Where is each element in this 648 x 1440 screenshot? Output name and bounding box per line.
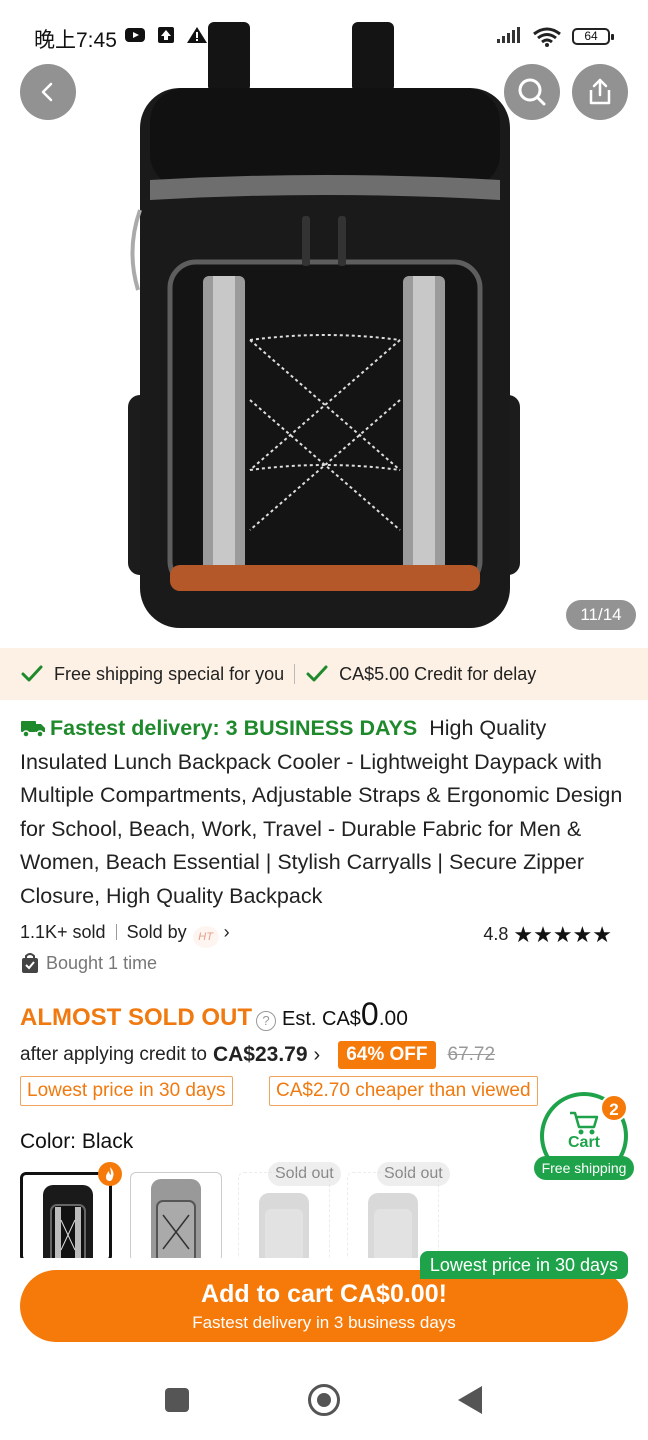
search-icon bbox=[518, 78, 546, 106]
free-shipping-text: Free shipping special for you bbox=[54, 663, 285, 684]
seller-link[interactable]: Sold by HT › bbox=[126, 922, 230, 948]
star-rating-icon: ★★★★★ bbox=[513, 922, 612, 947]
est-price-prefix: Est. CA$ bbox=[281, 1008, 361, 1030]
add-to-cart-label: Add to cart CA$0.00! bbox=[201, 1280, 447, 1308]
purchase-history: Bought 1 time bbox=[20, 952, 157, 974]
cart-free-shipping-badge: Free shipping bbox=[534, 1156, 634, 1180]
almost-sold-out-label: ALMOST SOLD OUT bbox=[20, 1004, 252, 1031]
upload-icon bbox=[158, 27, 174, 43]
black-backpack-thumbnail bbox=[43, 1185, 93, 1259]
lowest-price-badge: Lowest price in 30 days bbox=[20, 1076, 233, 1106]
help-icon[interactable]: ? bbox=[255, 1011, 276, 1031]
checkmark-icon bbox=[306, 665, 328, 682]
after-credit-label: after applying credit to bbox=[20, 1044, 207, 1065]
credit-price-row[interactable]: after applying credit to CA$23.79 › 64% … bbox=[20, 1038, 495, 1072]
shipping-benefits-strip[interactable]: Free shipping special for you CA$5.00 Cr… bbox=[0, 648, 648, 700]
delivery-truck-icon bbox=[21, 721, 45, 738]
chevron-right-icon: › bbox=[223, 922, 230, 942]
delivery-note: Fastest delivery in 3 business days bbox=[192, 1313, 456, 1332]
recent-apps-button[interactable] bbox=[165, 1388, 189, 1412]
color-option-sold-out-1[interactable] bbox=[238, 1172, 330, 1262]
product-title-text: High Quality Insulated Lunch Backpack Co… bbox=[20, 716, 623, 908]
add-to-cart-button[interactable]: Add to cart CA$0.00! Fastest delivery in… bbox=[20, 1270, 628, 1342]
price-header: ALMOST SOLD OUT ? Est. CA$ 0.00 bbox=[20, 996, 408, 1032]
store-logo: HT bbox=[192, 926, 219, 948]
cheaper-than-viewed-badge: CA$2.70 cheaper than viewed bbox=[269, 1076, 538, 1106]
status-time: 晚上7:45 bbox=[34, 29, 117, 52]
cart-label: Cart bbox=[567, 1134, 600, 1151]
est-price-cents: .00 bbox=[378, 1007, 408, 1030]
floating-cart-button[interactable]: Cart 2 Free shipping bbox=[534, 1092, 634, 1184]
share-icon bbox=[589, 78, 611, 105]
image-counter: 11/14 bbox=[566, 600, 636, 630]
lowest-price-tag: Lowest price in 30 days bbox=[419, 1251, 628, 1279]
bought-count: Bought 1 time bbox=[46, 952, 158, 973]
checkmark-icon bbox=[21, 665, 43, 682]
chevron-right-icon: › bbox=[313, 1043, 321, 1066]
sold-by-label: Sold by bbox=[126, 922, 187, 942]
cart-icon bbox=[570, 1111, 599, 1135]
battery-icon: 64 bbox=[572, 28, 614, 45]
credit-price: CA$23.79 bbox=[212, 1043, 308, 1066]
warning-icon bbox=[187, 27, 207, 43]
sold-count: 1.1K+ sold bbox=[20, 922, 106, 942]
product-image-gallery[interactable]: 晚上7:45 64 11/14 bbox=[0, 0, 648, 640]
color-option-sold-out-2[interactable] bbox=[347, 1172, 439, 1262]
status-bar: 晚上7:45 64 bbox=[0, 0, 648, 70]
home-button[interactable] bbox=[308, 1384, 340, 1416]
discount-badge: 64% OFF bbox=[338, 1041, 436, 1069]
cart-count-badge: 2 bbox=[600, 1094, 628, 1122]
product-title: Fastest delivery: 3 BUSINESS DAYS High Q… bbox=[20, 712, 632, 914]
sales-info-row: 1.1K+ sold Sold by HT › 4.8 ★★★★★ bbox=[20, 922, 632, 948]
rating-value: 4.8 bbox=[483, 924, 509, 944]
share-button[interactable] bbox=[572, 64, 628, 120]
search-button[interactable] bbox=[504, 64, 560, 120]
est-price-whole: 0 bbox=[360, 996, 379, 1032]
signal-icon bbox=[497, 27, 520, 43]
rating-summary[interactable]: 4.8 ★★★★★ bbox=[483, 922, 612, 948]
divider bbox=[115, 924, 117, 940]
back-nav-button[interactable] bbox=[458, 1386, 482, 1414]
shopping-bag-icon bbox=[22, 953, 38, 973]
original-price: 67.72 bbox=[447, 1044, 496, 1065]
hot-flame-icon bbox=[98, 1162, 122, 1186]
back-button[interactable] bbox=[20, 64, 76, 120]
youtube-icon bbox=[125, 28, 145, 42]
delay-credit-text: CA$5.00 Credit for delay bbox=[339, 663, 537, 684]
wifi-icon bbox=[533, 27, 561, 47]
gray-backpack-thumbnail bbox=[151, 1179, 201, 1261]
divider bbox=[294, 664, 296, 684]
sold-out-backpack-thumbnail bbox=[368, 1193, 418, 1261]
color-option-gray[interactable] bbox=[130, 1172, 222, 1262]
color-selector-label: Color: Black bbox=[20, 1130, 134, 1153]
chevron-left-icon bbox=[41, 82, 53, 102]
bottom-action-bar: Add to cart CA$0.00! Fastest delivery in… bbox=[0, 1251, 648, 1358]
fastest-delivery-label: Fastest delivery: 3 BUSINESS DAYS bbox=[50, 716, 418, 740]
system-navigation-bar bbox=[0, 1358, 648, 1440]
sold-out-backpack-thumbnail bbox=[259, 1193, 309, 1261]
